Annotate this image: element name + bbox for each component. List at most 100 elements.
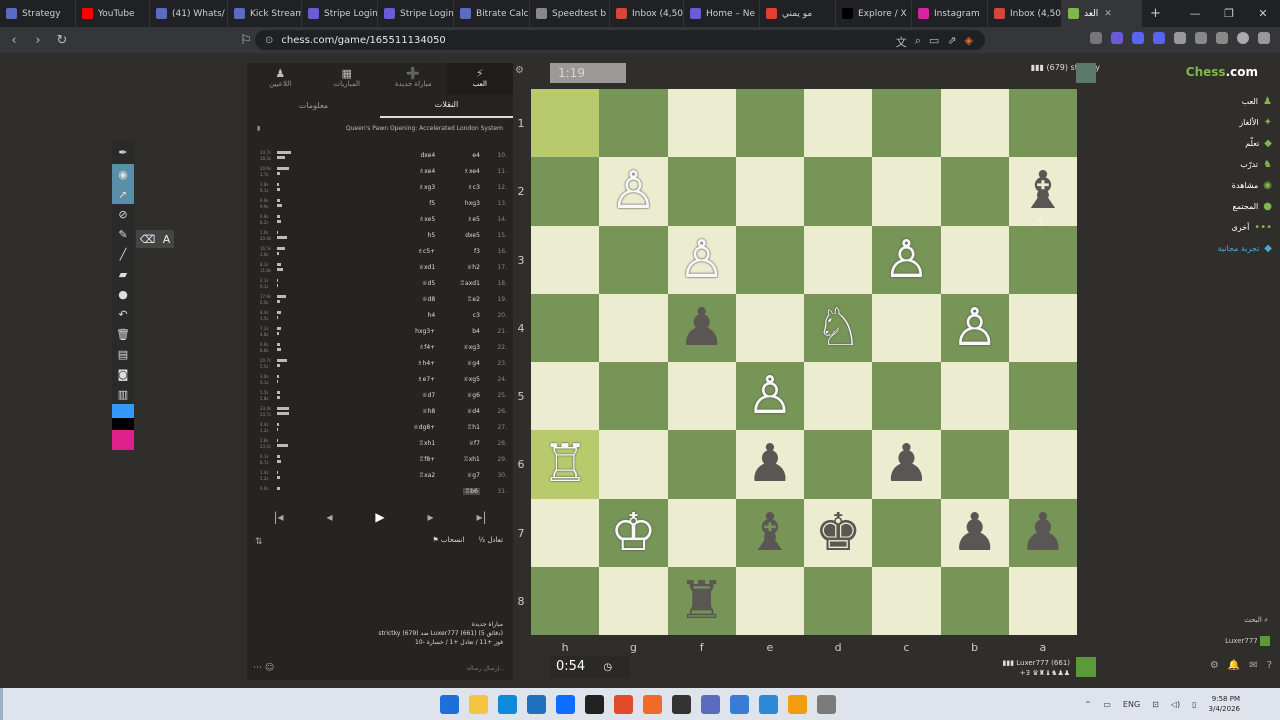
white-knight-icon[interactable]: ♘ (815, 302, 862, 354)
browser-tab[interactable]: Kick Stream (228, 0, 302, 27)
black-move[interactable]: ♕h8 (300, 408, 441, 415)
nav-item[interactable]: أخرى ••• (1231, 222, 1272, 233)
black-move[interactable]: ♗f4+ (300, 344, 441, 351)
white-move[interactable]: dxe5 (441, 232, 480, 239)
eraser-off-icon[interactable]: ⊘ (112, 204, 134, 224)
black-pawn-icon[interactable]: ♟ (678, 302, 725, 354)
profile-icon[interactable] (1237, 32, 1249, 44)
power-icon[interactable]: ▯ (1192, 700, 1196, 709)
board-square[interactable] (872, 498, 941, 567)
board-square[interactable] (599, 430, 668, 499)
taskbar-app-icon[interactable] (672, 695, 691, 714)
browser-tab[interactable]: Bitrate Calc (454, 0, 530, 27)
board-square[interactable] (735, 566, 804, 635)
resign-button[interactable]: ⚑ انسحاب (432, 536, 464, 552)
taskbar-app-icon[interactable] (614, 695, 633, 714)
white-pawn-icon[interactable]: ♙ (610, 165, 657, 217)
share-icon[interactable]: ⇗ (947, 34, 956, 50)
color-swatch-blue[interactable] (112, 404, 134, 418)
next-move-icon[interactable]: ▸ (428, 510, 434, 524)
white-move[interactable]: ♖b6 (441, 487, 480, 495)
black-rook-icon[interactable]: ♜ (678, 575, 725, 627)
board-square[interactable] (599, 89, 668, 158)
close-tab-icon[interactable]: ✕ (1104, 9, 1112, 19)
board-square[interactable] (940, 566, 1009, 635)
extension-icon[interactable] (1111, 32, 1123, 44)
board-square[interactable] (531, 498, 600, 567)
white-king-icon[interactable]: ♔ (610, 507, 657, 559)
panel-tab[interactable]: ♟ اللاعبين (247, 63, 314, 95)
black-move[interactable]: ♕d7 (300, 392, 441, 399)
board-square[interactable]: ♟ (735, 430, 804, 499)
board-square[interactable] (667, 498, 736, 567)
white-move[interactable]: ♕d4 (441, 408, 480, 415)
highlighter-icon[interactable]: ▰ (112, 264, 134, 284)
board-square[interactable] (1008, 362, 1077, 431)
black-move[interactable]: ♕xd1 (300, 264, 441, 271)
taskbar-app-icon[interactable] (469, 695, 488, 714)
zoom-icon[interactable]: ⌕ (915, 34, 921, 50)
browser-tab[interactable]: العد ✕ (1062, 0, 1142, 27)
player-avatar[interactable] (1076, 657, 1096, 677)
board-square[interactable] (531, 566, 600, 635)
black-move[interactable]: ♗c5+ (300, 248, 441, 255)
board-square[interactable]: ♟ (1008, 498, 1077, 567)
board-square[interactable]: ♙ (667, 225, 736, 294)
camera-icon[interactable]: ◙ (112, 364, 134, 384)
white-move[interactable]: e4 (441, 152, 480, 159)
board-square[interactable] (872, 566, 941, 635)
lang-indicator[interactable]: ENG (1123, 700, 1140, 709)
black-move[interactable]: ♗xe5 (300, 216, 441, 223)
site-info-icon[interactable]: ⊙ (265, 35, 273, 46)
translate-icon[interactable]: 文 (896, 34, 907, 50)
board-square[interactable] (804, 225, 873, 294)
board-square[interactable] (667, 430, 736, 499)
board-square[interactable] (1008, 89, 1077, 158)
reload-icon[interactable]: ↻ (52, 33, 72, 48)
whiteboard-icon[interactable]: ▤ (112, 344, 134, 364)
sidebar-icon[interactable] (1216, 32, 1228, 44)
browser-tab[interactable]: Speedtest b (530, 0, 610, 27)
panel-tab[interactable]: ▦ المباريات (314, 63, 381, 95)
board-square[interactable] (872, 89, 941, 158)
forward-icon[interactable]: › (28, 33, 48, 48)
black-move[interactable]: ♖xa2 (300, 472, 441, 479)
minimize-icon[interactable]: — (1178, 7, 1212, 20)
battery-icon[interactable]: ▭ (1103, 700, 1111, 709)
black-bishop-icon[interactable]: ♝ (747, 507, 794, 559)
board-square[interactable]: ♝ (735, 498, 804, 567)
new-tab-icon[interactable]: + (1150, 6, 1161, 21)
trash-icon[interactable]: 🗑 (112, 324, 134, 344)
board-square[interactable] (735, 293, 804, 362)
board-square[interactable] (1008, 293, 1077, 362)
board-square[interactable] (599, 225, 668, 294)
board-square[interactable] (872, 157, 941, 226)
taskbar-app-icon[interactable] (440, 695, 459, 714)
board-square[interactable]: ♟ (667, 293, 736, 362)
board-square[interactable] (940, 225, 1009, 294)
taskbar-app-icon[interactable] (643, 695, 662, 714)
clock[interactable]: 9:58 PM 3/4/2026 (1209, 694, 1240, 714)
white-move[interactable]: ♕f7 (441, 440, 480, 447)
board-square[interactable]: ♟ (940, 498, 1009, 567)
nav-item[interactable]: العب ♟ (1242, 96, 1272, 107)
cast-icon[interactable]: ▭ (929, 34, 939, 50)
tab-info[interactable]: معلومات (247, 95, 380, 117)
board-square[interactable] (804, 157, 873, 226)
notifications-icon[interactable]: 🔔 (1228, 660, 1240, 671)
black-move[interactable]: ♖xh1 (300, 440, 441, 447)
network-icon[interactable]: ⊡ (1152, 700, 1159, 709)
board-square[interactable] (872, 362, 941, 431)
black-move[interactable]: ♖f8+ (300, 456, 441, 463)
white-move[interactable]: ♗e5 (441, 216, 480, 223)
black-move[interactable]: ♗h4+ (300, 360, 441, 367)
user-link[interactable]: Luxer777 (1225, 636, 1270, 646)
nav-item[interactable]: تجربة مجانية ◆ (1218, 243, 1272, 254)
board-square[interactable] (872, 293, 941, 362)
white-move[interactable]: hxg3 (441, 200, 480, 207)
nav-item[interactable]: المجتمع ● (1233, 201, 1272, 212)
browser-tab[interactable]: Home – Ne (684, 0, 760, 27)
black-move[interactable]: h5 (300, 232, 441, 239)
extension-icon[interactable] (1090, 32, 1102, 44)
white-move[interactable]: f3 (441, 248, 480, 255)
